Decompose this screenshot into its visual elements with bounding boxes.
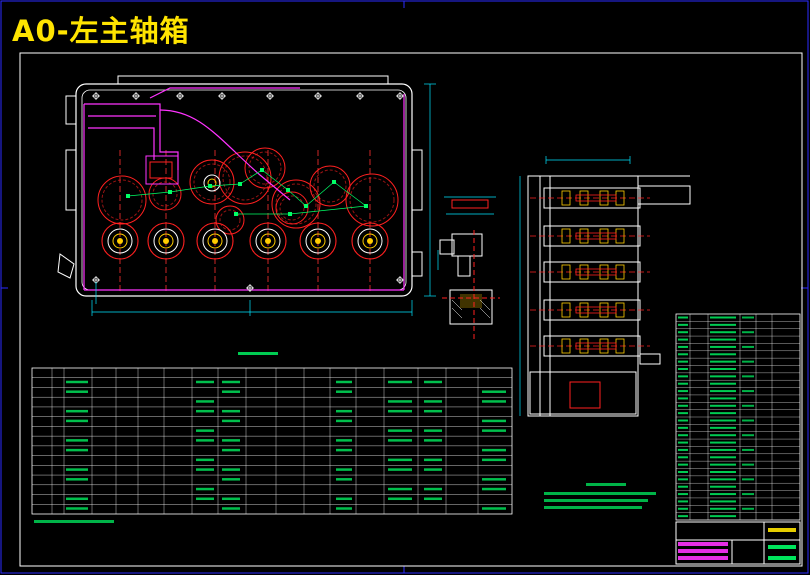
- parts-table: [31, 352, 513, 523]
- cad-canvas: [0, 0, 809, 574]
- gear-8: [345, 173, 399, 227]
- oil-path: [83, 87, 405, 291]
- gear-2: [148, 177, 182, 211]
- spindle-box-view: [57, 75, 436, 316]
- dimension-lines: [91, 83, 436, 316]
- spindle-unfolded-view: [519, 156, 691, 417]
- spindle-row: [101, 174, 389, 260]
- bill-of-materials: [675, 313, 801, 521]
- shaft-nodes: [126, 168, 368, 216]
- section-detail-view: [437, 196, 500, 340]
- technical-notes: [544, 483, 656, 509]
- gear-7: [309, 165, 351, 207]
- gear-6: [271, 179, 321, 229]
- title-block: [675, 521, 801, 565]
- gear-1: [97, 175, 147, 225]
- cad-drawing: A0-左主轴箱: [0, 0, 810, 575]
- gear-9: [275, 191, 309, 225]
- bolt-holes: [92, 92, 404, 292]
